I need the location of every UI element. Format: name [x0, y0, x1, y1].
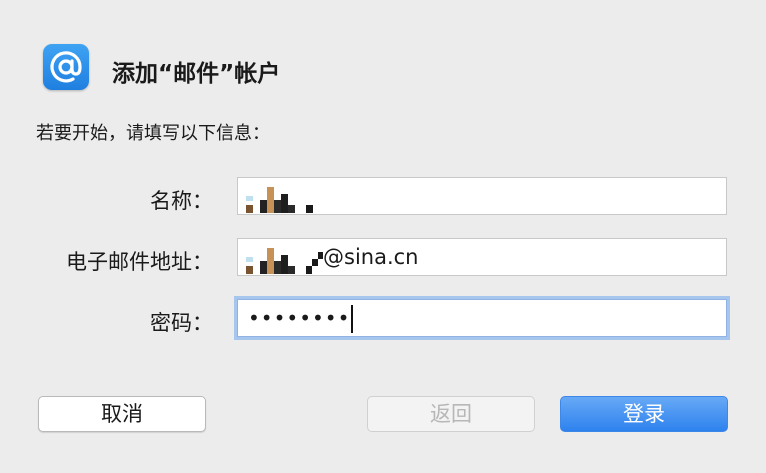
password-field[interactable]: ••••••••	[237, 299, 727, 337]
mail-app-icon	[43, 44, 89, 90]
email-field[interactable]: @sina.cn	[237, 238, 727, 276]
name-label: 名称：	[150, 189, 213, 213]
password-label: 密码：	[150, 311, 213, 335]
email-domain: @sina.cn	[323, 245, 419, 269]
dialog-subtitle: 若要开始，请填写以下信息：	[36, 123, 270, 144]
login-button[interactable]: 登录	[560, 396, 728, 432]
password-value: ••••••••	[248, 306, 351, 330]
text-caret	[351, 305, 354, 333]
cancel-button[interactable]: 取消	[38, 396, 206, 432]
email-label: 电子邮件地址：	[66, 250, 213, 274]
at-sign-icon	[50, 51, 82, 83]
name-field[interactable]	[237, 177, 727, 215]
dialog-title: 添加“邮件”帐户	[112, 61, 281, 87]
back-button[interactable]: 返回	[367, 396, 535, 432]
